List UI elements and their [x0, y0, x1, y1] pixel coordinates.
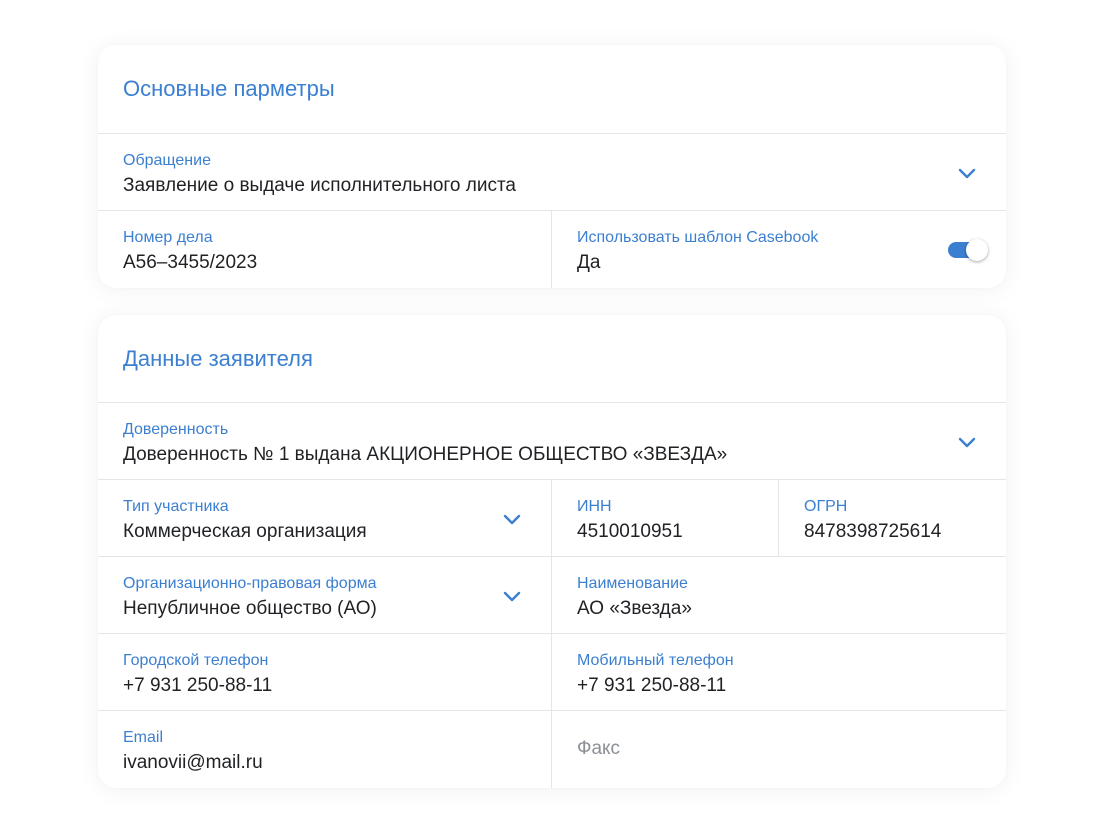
city-phone-field[interactable]: Городской телефон +7 931 250-88-11	[98, 634, 551, 710]
chevron-down-icon[interactable]	[501, 508, 523, 530]
participant-type-label: Тип участника	[123, 498, 229, 515]
participant-row: Тип участника Коммерческая организация И…	[98, 480, 1006, 557]
legal-form-row: Организационно-правовая форма Непублично…	[98, 557, 1006, 634]
casebook-template-value: Да	[577, 252, 601, 273]
email-field[interactable]: Email ivanovii@mail.ru	[98, 711, 551, 788]
appeal-value: Заявление о выдаче исполнительного листа	[123, 175, 516, 196]
legal-form-label: Организационно-правовая форма	[123, 575, 377, 592]
power-of-attorney-row: Доверенность Доверенность № 1 выдана АКЦ…	[98, 403, 1006, 480]
mobile-phone-field[interactable]: Мобильный телефон +7 931 250-88-11	[551, 634, 1006, 710]
applicant-title: Данные заявителя	[98, 315, 1006, 403]
legal-form-value: Непубличное общество (АО)	[123, 598, 377, 619]
legal-form-select[interactable]: Организационно-правовая форма Непублично…	[98, 557, 551, 633]
appeal-row: Обращение Заявление о выдаче исполнитель…	[98, 134, 1006, 211]
contacts-row: Email ivanovii@mail.ru Факс	[98, 711, 1006, 788]
casebook-template-label: Использовать шаблон Casebook	[577, 229, 819, 246]
participant-type-value: Коммерческая организация	[123, 521, 367, 542]
mobile-phone-label: Мобильный телефон	[577, 652, 734, 669]
main-params-card: Основные парметры Обращение Заявление о …	[98, 45, 1006, 288]
participant-type-select[interactable]: Тип участника Коммерческая организация	[98, 480, 551, 556]
fax-field[interactable]: Факс	[551, 711, 1006, 788]
casebook-template-toggle[interactable]	[948, 239, 988, 261]
email-value: ivanovii@mail.ru	[123, 752, 263, 773]
chevron-down-icon[interactable]	[501, 585, 523, 607]
city-phone-label: Городской телефон	[123, 652, 269, 669]
phones-row: Городской телефон +7 931 250-88-11 Мобил…	[98, 634, 1006, 711]
ogrn-value: 8478398725614	[804, 521, 942, 542]
ogrn-label: ОГРН	[804, 498, 848, 515]
case-number-field[interactable]: Номер дела А56–3455/2023	[98, 211, 551, 288]
case-number-label: Номер дела	[123, 229, 213, 246]
fax-placeholder: Факс	[577, 738, 621, 759]
city-phone-value: +7 931 250-88-11	[123, 675, 273, 696]
name-label: Наименование	[577, 575, 688, 592]
ogrn-field[interactable]: ОГРН 8478398725614	[778, 480, 1006, 556]
casebook-template-field: Использовать шаблон Casebook Да	[551, 211, 1006, 288]
inn-value: 4510010951	[577, 521, 683, 542]
name-value: АО «Звезда»	[577, 598, 692, 619]
applicant-card: Данные заявителя Доверенность Довереннос…	[98, 315, 1006, 788]
power-of-attorney-select[interactable]: Доверенность Доверенность № 1 выдана АКЦ…	[98, 403, 1006, 479]
inn-field[interactable]: ИНН 4510010951	[551, 480, 778, 556]
mobile-phone-value: +7 931 250-88-11	[577, 675, 727, 696]
case-row: Номер дела А56–3455/2023 Использовать ша…	[98, 211, 1006, 288]
name-field[interactable]: Наименование АО «Звезда»	[551, 557, 1006, 633]
email-label: Email	[123, 729, 164, 746]
appeal-select[interactable]: Обращение Заявление о выдаче исполнитель…	[98, 134, 1006, 210]
inn-label: ИНН	[577, 498, 612, 515]
chevron-down-icon[interactable]	[956, 431, 978, 453]
case-number-value: А56–3455/2023	[123, 252, 258, 273]
chevron-down-icon[interactable]	[956, 162, 978, 184]
main-params-title: Основные парметры	[98, 45, 1006, 134]
power-of-attorney-label: Доверенность	[123, 421, 229, 438]
toggle-knob	[966, 239, 988, 261]
power-of-attorney-value: Доверенность № 1 выдана АКЦИОНЕРНОЕ ОБЩЕ…	[123, 444, 728, 465]
appeal-label: Обращение	[123, 152, 211, 169]
